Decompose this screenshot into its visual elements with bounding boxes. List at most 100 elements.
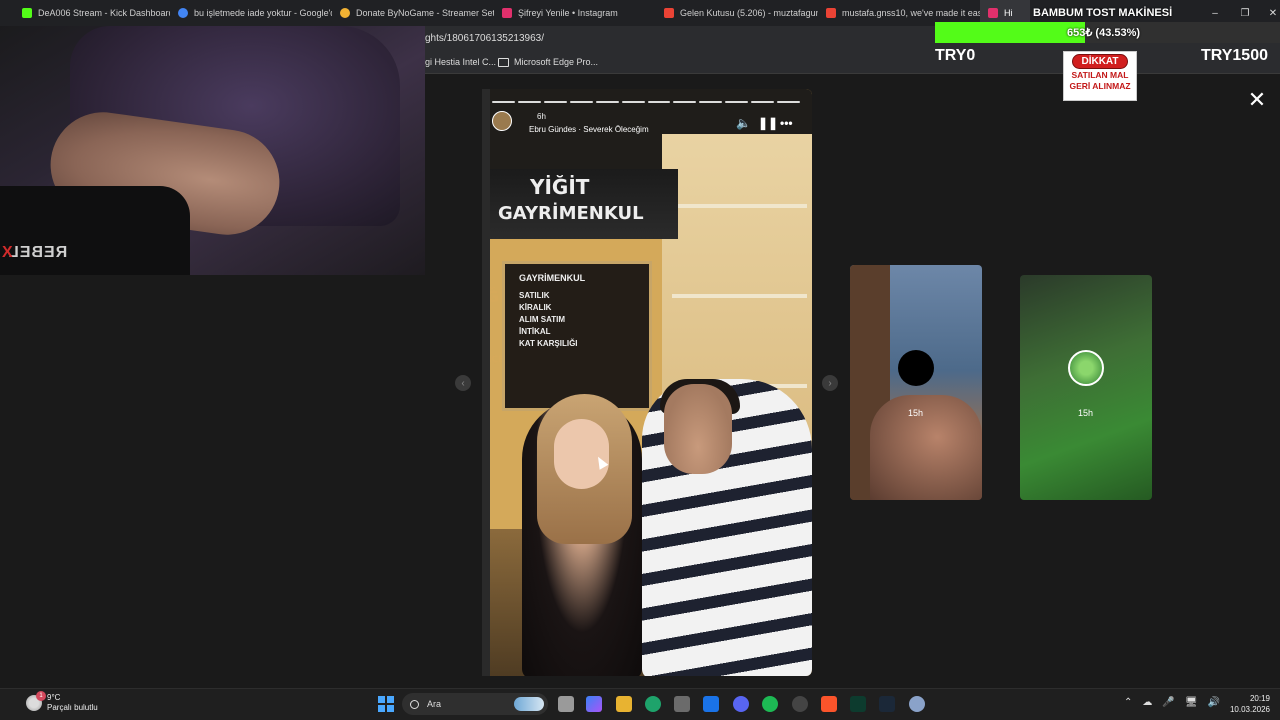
window-sign-title: GAYRİMENKUL xyxy=(519,273,586,283)
story-time: 6h xyxy=(537,112,546,121)
onedrive-icon[interactable]: ☁ xyxy=(1142,697,1152,708)
window-sign-line: KİRALIK xyxy=(519,303,552,312)
goal-min: TRY0 xyxy=(935,47,976,64)
story-progress-bar xyxy=(492,101,801,103)
weather-desc: Parçalı bulutlu xyxy=(47,703,98,712)
taskbar-clock[interactable]: 20:19 10.03.2026 xyxy=(1230,693,1270,715)
story-progress-segment xyxy=(725,101,749,103)
folder-icon xyxy=(498,57,509,67)
side-story-avatar xyxy=(1068,350,1104,386)
tab-label: Donate ByNoGame - Streamer Setti xyxy=(356,8,494,18)
balcony-rail xyxy=(672,294,807,298)
story-progress-segment xyxy=(517,101,541,103)
network-icon[interactable]: 🖥 xyxy=(1185,697,1198,708)
story-progress-segment xyxy=(647,101,671,103)
bookmark-label: gi Hestia Intel C... xyxy=(425,57,497,67)
goal-progress-text: 653₺ (43.53%) xyxy=(1067,27,1141,39)
bookmark-hestia[interactable]: gi Hestia Intel C... xyxy=(425,57,496,67)
story-music-label[interactable]: Ebru Gündes · Severek Öleceğim xyxy=(529,125,649,134)
story-progress-segment xyxy=(621,101,645,103)
window-sign-line: KAT KARŞILIĞI xyxy=(519,339,578,348)
tab-instagram-reset[interactable]: Şifreyi Yenile • Instagram xyxy=(494,0,656,26)
weather-badge: 1 xyxy=(36,691,46,701)
side-story-time: 15h xyxy=(1078,408,1094,418)
notice-line: SATILAN MAL xyxy=(1071,70,1129,80)
tab-label: DeA006 Stream - Kick Dashboard xyxy=(38,8,170,18)
google-icon xyxy=(178,8,188,18)
story-progress-segment xyxy=(751,101,775,103)
side-story-1[interactable]: 15h xyxy=(850,265,982,500)
instagram-icon xyxy=(502,8,512,18)
shop-window-sign: GAYRİMENKUL SATILIK KİRALIK ALIM SATIM İ… xyxy=(502,261,652,411)
chair-brand-text: REBEL xyxy=(8,244,68,261)
goal-max: TRY1500 xyxy=(1201,47,1268,64)
window-sign-line: SATILIK xyxy=(519,291,550,300)
bookmark-edge-pro[interactable]: Microsoft Edge Pro... xyxy=(498,57,598,67)
clock-date: 10.03.2026 xyxy=(1229,705,1270,714)
tray-expand-icon[interactable]: ⌃ xyxy=(1124,697,1132,708)
system-tray: ⌃ ☁ 🎤 🖥 🔊 xyxy=(1124,697,1220,708)
notice-title: DİKKAT xyxy=(1072,54,1128,69)
notice-badge: DİKKAT SATILAN MAL GERİ ALINMAZ xyxy=(1063,51,1137,101)
side-story-2[interactable]: 15h xyxy=(1020,275,1152,500)
clock-time: 20:19 xyxy=(1249,694,1270,703)
story-progress-segment xyxy=(673,101,697,103)
prev-story-button[interactable]: ‹ xyxy=(455,375,471,391)
sign-top-text: YİĞİT xyxy=(530,175,590,199)
story-person-man-head xyxy=(664,384,732,474)
storefront-sign: YİĞİT GAYRİMENKUL xyxy=(490,169,678,239)
notice-line: GERİ ALINMAZ xyxy=(1069,81,1131,91)
weather-temp: 9°C xyxy=(47,693,61,702)
story-card[interactable]: YİĞİT GAYRİMENKUL ĞİT HÇESİ GAYRİMENKUL … xyxy=(482,89,812,676)
settings-icon[interactable] xyxy=(909,696,925,712)
volume-icon[interactable]: 🔊 xyxy=(1208,697,1220,708)
task-view-icon[interactable] xyxy=(558,696,574,712)
goal-bar-fill xyxy=(935,22,1086,43)
url-field[interactable]: ghts/18061706135213963/ xyxy=(425,33,544,44)
tab-bynogame[interactable]: Donate ByNoGame - Streamer Setti xyxy=(332,0,494,26)
copilot-icon[interactable] xyxy=(586,696,602,712)
story-progress-segment xyxy=(777,101,801,103)
close-viewer-button[interactable]: ✕ xyxy=(1246,89,1268,111)
start-button[interactable] xyxy=(378,696,394,712)
store-icon[interactable] xyxy=(674,696,690,712)
window-sign-line: İNTİKAL xyxy=(519,327,551,336)
tab-gmail-inbox[interactable]: Gelen Kutusu (5.206) - muztafagune xyxy=(656,0,818,26)
bookmark-label: Microsoft Edge Pro... xyxy=(514,57,599,67)
kick-icon xyxy=(22,8,32,18)
terminal-icon[interactable] xyxy=(850,696,866,712)
discord-icon[interactable] xyxy=(733,696,749,712)
chair-brand-mark: X xyxy=(2,244,13,261)
story-progress-segment xyxy=(595,101,619,103)
tab-kick-dashboard[interactable]: DeA006 Stream - Kick Dashboard xyxy=(0,0,170,26)
pause-icon[interactable]: ❚❚ xyxy=(758,116,778,130)
more-options-icon[interactable]: ••• xyxy=(780,116,793,130)
bynogame-icon xyxy=(340,8,350,18)
webcam-overlay: REBEL X xyxy=(0,26,425,275)
story-progress-segment xyxy=(492,101,515,103)
outlook-icon[interactable] xyxy=(703,696,719,712)
spotify-icon[interactable] xyxy=(762,696,778,712)
search-icon xyxy=(410,699,419,709)
tab-label: bu işletmede iade yoktur - Google'da xyxy=(194,8,332,18)
story-avatar[interactable] xyxy=(492,111,512,131)
brave-icon[interactable] xyxy=(821,696,837,712)
microphone-icon[interactable]: 🎤 xyxy=(1162,697,1174,708)
tab-google-search[interactable]: bu işletmede iade yoktur - Google'da xyxy=(170,0,332,26)
steam-icon[interactable] xyxy=(879,696,895,712)
taskbar-search[interactable]: Ara xyxy=(402,693,548,715)
weather-widget[interactable]: 1 9°C Parçalı bulutlu xyxy=(26,691,98,713)
search-placeholder: Ara xyxy=(427,699,442,709)
side-story-time: 15h xyxy=(908,408,924,418)
file-explorer-icon[interactable] xyxy=(616,696,632,712)
side-story-avatar xyxy=(898,350,934,386)
side-story-person xyxy=(870,395,982,500)
next-story-button[interactable]: › xyxy=(822,375,838,391)
goal-title: BAMBUM TOST MAKİNESİ xyxy=(1033,7,1173,19)
story-progress-segment xyxy=(569,101,593,103)
story-card-edge xyxy=(482,89,490,676)
window-sign-line: ALIM SATIM xyxy=(519,315,566,324)
mute-icon[interactable]: 🔈 xyxy=(736,116,751,130)
edge-icon[interactable] xyxy=(645,696,661,712)
obs-icon[interactable] xyxy=(792,696,808,712)
